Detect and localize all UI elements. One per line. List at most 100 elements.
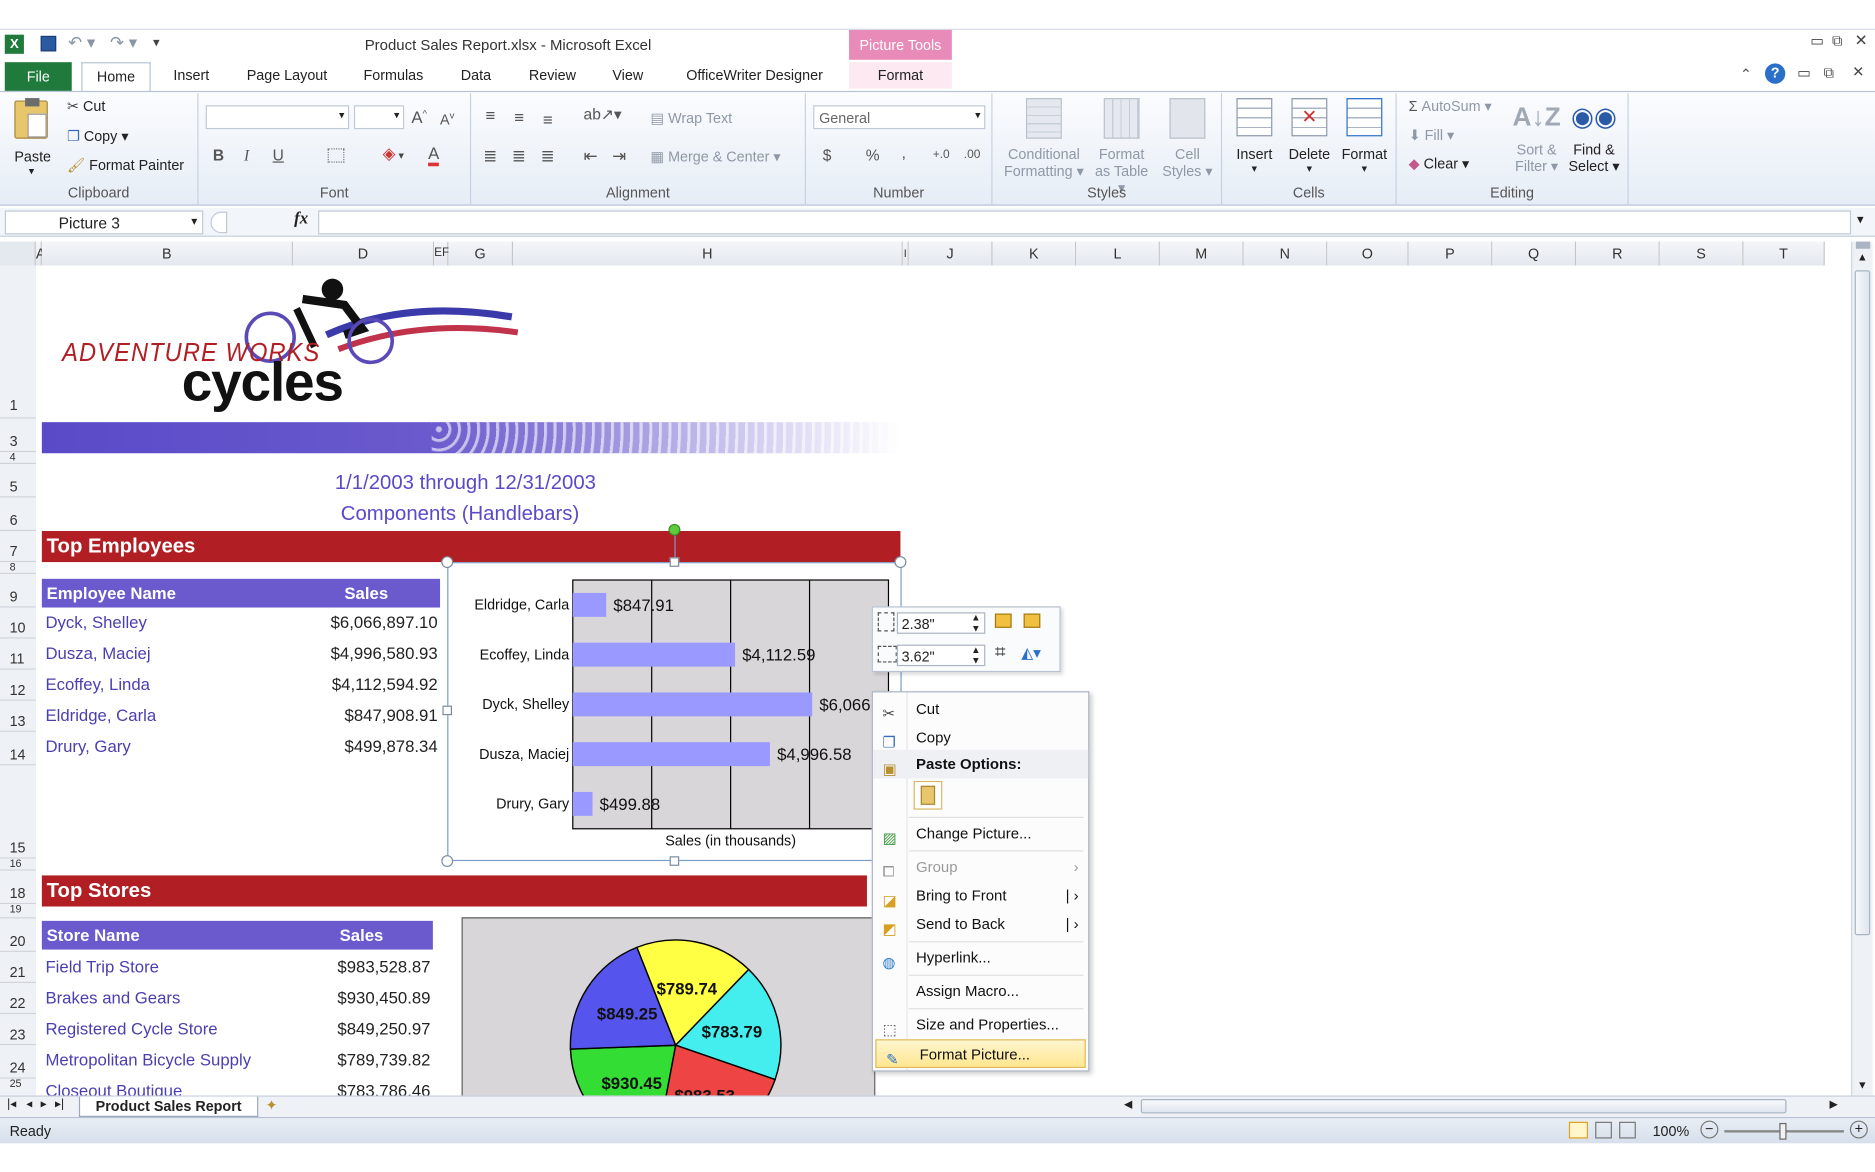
tab-view[interactable]: View xyxy=(601,62,654,88)
sheet-nav-first-icon[interactable]: |◂ xyxy=(7,1098,16,1111)
menu-item-group[interactable]: ⧠ Group › xyxy=(873,853,1088,882)
store-name-cell[interactable]: Brakes and Gears xyxy=(45,988,180,1007)
currency-button[interactable]: $ xyxy=(823,146,832,164)
column-header[interactable]: R xyxy=(1576,241,1660,266)
row-header[interactable]: 11 xyxy=(0,638,36,670)
tab-insert[interactable]: Insert xyxy=(165,62,218,88)
customize-qat-icon[interactable]: ▾ xyxy=(153,35,160,50)
minimize-icon[interactable]: ▭ xyxy=(1810,32,1824,49)
employee-bar-chart-picture[interactable]: Eldridge, Carla $847.91 Ecoffey, Linda $4,1… xyxy=(447,562,902,862)
store-sales-cell[interactable]: $983,528.87 xyxy=(337,957,430,976)
employee-name-cell[interactable]: Eldridge, Carla xyxy=(45,706,156,725)
undo-icon[interactable]: ↶ ▾ xyxy=(68,32,95,52)
restore-icon[interactable]: ⧉ xyxy=(1832,32,1842,50)
resize-handle-nw[interactable] xyxy=(441,556,454,569)
shape-width-input[interactable]: 3.62" ▲ ▼ xyxy=(896,644,986,667)
formula-input[interactable] xyxy=(318,210,1852,235)
row-header[interactable]: 6 xyxy=(0,497,36,531)
employee-name-cell[interactable]: Dyck, Shelley xyxy=(45,612,146,631)
insert-sheet-icon[interactable]: ✦ xyxy=(265,1097,277,1114)
page-layout-view-icon[interactable] xyxy=(1595,1121,1612,1139)
store-pie-chart-picture[interactable]: $789.74 $783.79 $983.53 $930.45 $849.25 xyxy=(461,917,876,1098)
merge-center-button[interactable]: ▦ Merge & Center ▾ xyxy=(651,148,781,165)
row-header[interactable]: 12 xyxy=(0,669,36,701)
store-sales-cell[interactable]: $789,739.82 xyxy=(337,1050,430,1069)
menu-item-send-to-back[interactable]: ◩ Send to Back | › xyxy=(873,910,1088,939)
row-header[interactable]: 4 xyxy=(0,451,36,465)
row-header[interactable]: 22 xyxy=(0,983,36,1015)
borders-icon[interactable] xyxy=(327,148,345,163)
doc-close-icon[interactable]: ✕ xyxy=(1852,63,1864,80)
picture-effects-icon[interactable]: ◭▾ xyxy=(1021,643,1041,662)
column-header[interactable]: H xyxy=(512,241,903,266)
fill-button[interactable]: ⬇ Fill ▾ xyxy=(1409,127,1455,144)
copy-button[interactable]: ❐ Copy ▾ xyxy=(67,128,129,145)
horizontal-scrollbar[interactable]: ◀ ▶ xyxy=(1112,1097,1852,1116)
sheet-nav-prev-icon[interactable]: ◂ xyxy=(26,1098,32,1111)
row-header[interactable]: 14 xyxy=(0,731,36,766)
redo-icon[interactable]: ↷ ▾ xyxy=(110,32,137,52)
menu-item-cut[interactable]: ✂ Cut xyxy=(873,695,1088,724)
store-name-cell[interactable]: Field Trip Store xyxy=(45,957,159,976)
resize-handle-ne[interactable] xyxy=(894,556,907,569)
employee-sales-cell[interactable]: $6,066,897.10 xyxy=(331,612,438,631)
column-header[interactable]: J xyxy=(908,241,993,266)
column-header[interactable]: Q xyxy=(1492,241,1577,266)
cut-button[interactable]: ✂ Cut xyxy=(67,98,105,115)
menu-item-size-properties[interactable]: ⬚ Size and Properties... xyxy=(873,1011,1088,1040)
align-top-icon[interactable]: ≡ xyxy=(485,105,495,124)
menu-item-bring-to-front[interactable]: ◪ Bring to Front | › xyxy=(873,881,1088,910)
employee-name-cell[interactable]: Drury, Gary xyxy=(45,737,130,756)
row-header[interactable]: 9 xyxy=(0,574,36,608)
formula-divider-handle[interactable] xyxy=(210,211,228,234)
zoom-level[interactable]: 100% xyxy=(1653,1123,1690,1140)
comma-button[interactable]: , xyxy=(902,144,906,162)
menu-item-assign-macro[interactable]: Assign Macro... xyxy=(873,977,1088,1006)
excel-logo-icon[interactable]: X xyxy=(4,34,24,54)
resize-handle-n[interactable] xyxy=(669,557,680,567)
resize-handle-s[interactable] xyxy=(669,856,680,866)
tab-file[interactable]: File xyxy=(4,62,72,91)
row-header[interactable]: 13 xyxy=(0,700,36,732)
save-icon[interactable] xyxy=(40,35,57,52)
row-header[interactable]: 19 xyxy=(0,904,36,919)
scroll-down-icon[interactable]: ▼ xyxy=(1857,1079,1868,1091)
vertical-scrollbar[interactable]: ▲ ▼ xyxy=(1851,241,1873,1098)
row-header[interactable]: 7 xyxy=(0,530,36,563)
zoom-slider-thumb[interactable] xyxy=(1779,1122,1787,1140)
column-header[interactable]: B xyxy=(41,241,293,266)
font-name-box[interactable]: ▾ xyxy=(205,105,350,130)
store-sales-cell[interactable]: $849,250.97 xyxy=(337,1019,430,1038)
font-size-box[interactable]: ▾ xyxy=(353,105,405,130)
row-header[interactable]: 20 xyxy=(0,918,36,952)
row-header[interactable]: 23 xyxy=(0,1014,36,1046)
close-icon[interactable]: ✕ xyxy=(1855,31,1868,50)
row-header[interactable]: 18 xyxy=(0,870,36,905)
align-center-icon[interactable]: ≣ xyxy=(512,146,526,166)
column-header[interactable]: S xyxy=(1659,241,1744,266)
column-header[interactable]: O xyxy=(1327,241,1409,266)
orientation-icon[interactable]: ab↗▾ xyxy=(584,105,622,124)
zoom-in-icon[interactable]: + xyxy=(1849,1120,1868,1139)
column-header[interactable]: P xyxy=(1408,241,1493,266)
align-bottom-icon[interactable]: ≡ xyxy=(543,110,553,129)
column-header[interactable]: L xyxy=(1076,241,1160,266)
select-all-corner[interactable] xyxy=(0,241,36,266)
employee-sales-cell[interactable]: $4,996,580.93 xyxy=(331,643,438,662)
normal-view-icon[interactable] xyxy=(1568,1121,1589,1139)
expand-formula-icon[interactable]: ▾ xyxy=(1857,212,1864,227)
menu-item-hyperlink[interactable]: ◍ Hyperlink... xyxy=(873,944,1088,973)
column-header[interactable]: D xyxy=(292,241,435,266)
row-header[interactable]: 10 xyxy=(0,607,36,639)
crop-icon[interactable]: ⌗ xyxy=(995,642,1006,664)
percent-button[interactable]: % xyxy=(866,146,880,164)
conditional-formatting-button[interactable]: Conditional Formatting ▾ xyxy=(1002,98,1086,179)
employee-sales-cell[interactable]: $499,878.34 xyxy=(345,737,438,756)
sheet-tab-product-sales-report[interactable]: Product Sales Report xyxy=(78,1096,259,1117)
row-header[interactable]: 24 xyxy=(0,1045,36,1079)
insert-function-button[interactable]: fx xyxy=(294,210,308,229)
row-header[interactable]: 3 xyxy=(0,418,36,453)
bold-button[interactable]: B xyxy=(213,146,224,164)
employee-sales-cell[interactable]: $4,112,594.92 xyxy=(332,674,438,693)
doc-minimize-icon[interactable]: ▭ xyxy=(1797,65,1811,82)
